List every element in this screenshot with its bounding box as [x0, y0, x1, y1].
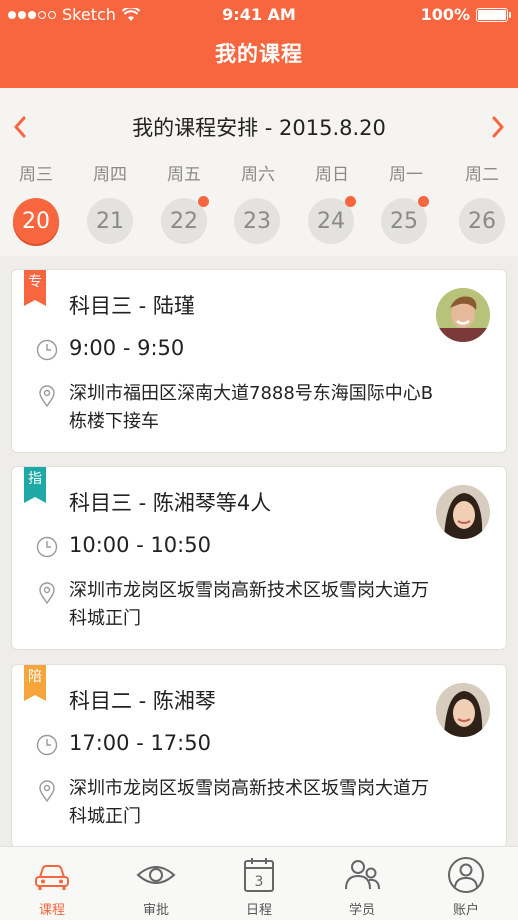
day-number: 25 — [390, 208, 418, 234]
notification-dot — [345, 196, 356, 207]
day-number: 23 — [243, 208, 271, 234]
weekday-label: 周日 — [315, 165, 349, 185]
course-title: 科目三 - 陈湘琴等4人 — [69, 491, 272, 515]
course-type-tag: 陪 — [24, 665, 46, 701]
tab-students[interactable]: 学员 — [310, 847, 414, 920]
weekday-label: 周六 — [241, 165, 275, 185]
tab-label: 课程 — [38, 903, 65, 918]
eye-icon — [136, 866, 176, 884]
clock-icon — [36, 536, 58, 558]
clock-icon — [36, 339, 58, 361]
location-pin-icon — [39, 780, 55, 802]
status-right: 100% — [420, 0, 511, 30]
header: Sketch 9:41 AM 100% 我的课程 — [0, 0, 518, 88]
tab-label: 账户 — [452, 903, 479, 918]
tab-label: 日程 — [245, 903, 272, 918]
course-card[interactable]: 指 科目三 - 陈湘琴等4人 10:00 - 10:50 深圳市龙岗区坂雪岗高新… — [11, 466, 507, 650]
course-address: 深圳市福田区深南大道7888号东海国际中心B 栋楼下接车 — [69, 380, 489, 436]
weekday-label: 周五 — [167, 165, 201, 185]
address-line: 深圳市福田区深南大道7888号东海国际中心B — [69, 383, 434, 404]
battery-label: 100% — [420, 5, 470, 24]
tab-label: 审批 — [142, 903, 169, 918]
day-button[interactable]: 21 — [87, 198, 133, 244]
account-icon — [448, 857, 484, 893]
notification-dot — [418, 196, 429, 207]
calendar-icon-day: 3 — [255, 874, 264, 890]
page-title: 我的课程 — [215, 42, 303, 66]
course-card[interactable]: 专 科目三 - 陆瑾 9:00 - 9:50 深圳市福田区深南大道7888号东海… — [11, 269, 507, 453]
date-navigator: 我的课程安排 - 2015.8.20 — [0, 110, 518, 144]
address-line: 科城正门 — [69, 806, 141, 827]
tab-schedule[interactable]: 3 日程 — [207, 847, 311, 920]
address-line: 科城正门 — [69, 608, 141, 629]
tab-courses[interactable]: 课程 — [0, 847, 104, 920]
day-selector: 20 21 22 23 24 25 26 — [0, 196, 518, 244]
location-pin-icon — [39, 385, 55, 407]
course-address: 深圳市龙岗区坂雪岗高新技术区坂雪岗大道万 科城正门 — [69, 775, 489, 831]
day-button[interactable]: 24 — [308, 196, 356, 244]
day-number: 24 — [317, 208, 345, 234]
status-bar: Sketch 9:41 AM 100% — [0, 0, 518, 30]
course-time: 9:00 - 9:50 — [69, 336, 185, 360]
course-title: 科目三 - 陆瑾 — [69, 294, 195, 318]
day-button[interactable]: 23 — [234, 198, 280, 244]
avatar — [436, 288, 490, 342]
course-card[interactable]: 陪 科目二 - 陈湘琴 17:00 - 17:50 深圳市龙岗区坂雪岗高新技术区… — [11, 664, 507, 848]
schedule-date-panel: 我的课程安排 - 2015.8.20 周三 周四 周五 周六 周日 周一 周二 … — [0, 88, 518, 256]
avatar — [436, 485, 490, 539]
day-number: 20 — [22, 208, 50, 234]
course-title: 科目二 - 陈湘琴 — [69, 689, 216, 713]
weekday-label: 周一 — [389, 165, 423, 185]
address-line: 深圳市龙岗区坂雪岗高新技术区坂雪岗大道万 — [69, 580, 429, 601]
tab-approval[interactable]: 审批 — [104, 847, 208, 920]
day-button[interactable]: 26 — [459, 198, 505, 244]
car-icon — [35, 865, 69, 890]
location-pin-icon — [39, 582, 55, 604]
day-number: 21 — [96, 208, 124, 234]
course-time: 10:00 - 10:50 — [69, 533, 211, 557]
day-button-active[interactable]: 20 — [13, 198, 59, 244]
students-icon — [345, 860, 380, 890]
next-day-button[interactable] — [482, 112, 512, 142]
course-time: 17:00 - 17:50 — [69, 731, 211, 755]
course-type-tag: 指 — [24, 467, 46, 503]
weekday-labels: 周三 周四 周五 周六 周日 周一 周二 — [0, 160, 518, 185]
weekday-label: 周二 — [465, 165, 499, 185]
day-number: 22 — [170, 208, 198, 234]
tab-label: 学员 — [348, 903, 375, 918]
tab-bar: 课程 审批 3 日程 学员 账户 — [0, 846, 518, 920]
course-type-tag: 专 — [24, 270, 46, 306]
day-button[interactable]: 22 — [161, 196, 209, 244]
day-number: 26 — [468, 208, 496, 234]
weekday-label: 周三 — [19, 165, 53, 185]
course-address: 深圳市龙岗区坂雪岗高新技术区坂雪岗大道万 科城正门 — [69, 577, 489, 633]
address-line: 栋楼下接车 — [69, 411, 159, 432]
weekday-label: 周四 — [93, 165, 127, 185]
day-button[interactable]: 25 — [381, 196, 429, 244]
address-line: 深圳市龙岗区坂雪岗高新技术区坂雪岗大道万 — [69, 778, 429, 799]
notification-dot — [198, 196, 209, 207]
avatar — [436, 683, 490, 737]
tab-account[interactable]: 账户 — [414, 847, 518, 920]
battery-icon — [476, 8, 511, 22]
calendar-icon: 3 — [244, 858, 274, 892]
clock-icon — [36, 734, 58, 756]
schedule-title: 我的课程安排 - 2015.8.20 — [132, 116, 386, 140]
